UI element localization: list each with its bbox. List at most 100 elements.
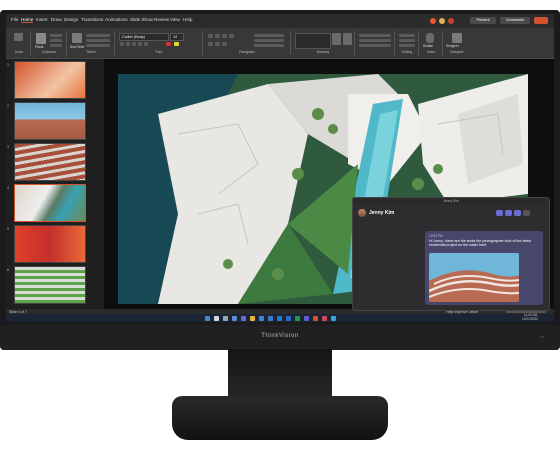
font-name-select[interactable]: Calibri (Body)	[119, 33, 169, 41]
reset-button[interactable]	[86, 39, 110, 42]
taskbar: 11:00 AM 12/12/2022	[6, 313, 554, 322]
new-slide-label: New Slide	[70, 45, 85, 49]
section-button[interactable]	[86, 44, 110, 47]
message-text: Hi Jenny, these are the shots the photog…	[429, 239, 532, 248]
app-icon[interactable]	[322, 315, 327, 321]
outdent-button[interactable]	[229, 34, 234, 38]
monitor-stand-base	[172, 396, 388, 440]
video-call-icon[interactable]	[496, 210, 503, 216]
align-text-button[interactable]	[254, 39, 284, 42]
voice-group-label: Voice	[426, 50, 436, 54]
thumb-number: 6	[7, 268, 9, 272]
undo-icon[interactable]	[14, 33, 23, 41]
excel-icon[interactable]	[295, 315, 300, 321]
screen-share-icon[interactable]	[514, 210, 521, 216]
designer-icon[interactable]	[452, 33, 462, 43]
new-slide-icon[interactable]	[72, 33, 82, 43]
record-icon[interactable]	[430, 18, 436, 24]
layout-button[interactable]	[86, 34, 110, 37]
search-icon[interactable]	[214, 315, 219, 321]
italic-button[interactable]	[126, 42, 130, 46]
quick-styles-button[interactable]	[343, 33, 352, 45]
strikethrough-button[interactable]	[138, 42, 142, 46]
tab-animations[interactable]: Animations	[105, 17, 128, 22]
slide-thumbnail[interactable]	[14, 61, 86, 99]
tab-home[interactable]: Home	[21, 17, 34, 23]
slide-thumbnail[interactable]	[14, 102, 86, 140]
shapes-gallery[interactable]	[295, 33, 331, 49]
widgets-icon[interactable]	[232, 315, 237, 321]
bullets-button[interactable]	[208, 34, 213, 38]
numbering-button[interactable]	[215, 34, 220, 38]
tab-help[interactable]: Help	[183, 17, 192, 22]
clock-date[interactable]: 12/12/2022	[522, 317, 538, 321]
tab-insert[interactable]: Insert	[36, 17, 48, 22]
slide-thumbnail[interactable]	[14, 266, 86, 304]
slide-thumbnail[interactable]	[14, 143, 86, 181]
building-photo	[429, 253, 519, 302]
format-painter-button[interactable]	[50, 44, 62, 47]
shape-outline-button[interactable]	[359, 39, 391, 42]
smartart-button[interactable]	[254, 44, 284, 47]
user-avatar-icon[interactable]	[439, 18, 445, 24]
drawing-group: Drawing	[292, 31, 355, 55]
edge-icon[interactable]	[259, 315, 264, 321]
start-icon[interactable]	[205, 315, 210, 321]
replace-button[interactable]	[399, 39, 415, 42]
align-right-button[interactable]	[222, 42, 227, 46]
editing-group-label: Editing	[401, 50, 413, 54]
paste-icon[interactable]	[36, 33, 46, 44]
shadow-button[interactable]	[144, 42, 148, 46]
bold-button[interactable]	[120, 42, 124, 46]
task-view-icon[interactable]	[223, 315, 228, 321]
font-size-select[interactable]: 12	[170, 33, 184, 41]
text-direction-button[interactable]	[254, 34, 284, 37]
find-button[interactable]	[399, 34, 415, 37]
mail-icon[interactable]	[277, 315, 282, 321]
indent-button[interactable]	[222, 34, 227, 38]
slide-thumbnail[interactable]	[14, 225, 86, 263]
comments-button[interactable]: Comments	[500, 17, 530, 24]
align-left-button[interactable]	[208, 42, 213, 46]
tab-draw[interactable]: Draw	[51, 17, 62, 22]
font-color-button[interactable]	[166, 42, 171, 46]
select-button[interactable]	[399, 44, 415, 47]
tab-review[interactable]: Review	[154, 17, 169, 22]
tab-file[interactable]: File	[11, 17, 18, 22]
arrange-button[interactable]	[332, 33, 341, 45]
share-button[interactable]	[534, 17, 548, 24]
highlight-button[interactable]	[174, 42, 179, 46]
ribbon-tab-bar: File Home Insert Draw Design Transitions…	[6, 14, 554, 28]
underline-button[interactable]	[132, 42, 136, 46]
tab-view[interactable]: View	[170, 17, 180, 22]
app-icon[interactable]	[304, 315, 309, 321]
powerpoint-icon[interactable]	[313, 315, 318, 321]
copy-button[interactable]	[50, 39, 62, 42]
audio-call-icon[interactable]	[505, 210, 512, 216]
slides-group: New Slide Slides	[68, 31, 115, 55]
store-icon[interactable]	[268, 315, 273, 321]
designer-group-label: Designer	[450, 50, 464, 54]
shape-effects-button[interactable]	[359, 44, 391, 47]
app-icon[interactable]	[331, 315, 336, 321]
teams-icon[interactable]	[241, 315, 246, 321]
paragraph-group: Paragraph	[204, 31, 291, 55]
microphone-icon[interactable]	[426, 33, 434, 43]
shape-fill-button[interactable]	[359, 34, 391, 37]
cut-button[interactable]	[50, 34, 62, 37]
slide-thumbnail-selected[interactable]	[14, 184, 86, 222]
monitor-brand-logo: ThinkVision	[261, 333, 299, 339]
thumb-number: 5	[7, 227, 9, 231]
file-explorer-icon[interactable]	[250, 315, 255, 321]
present-button[interactable]: Present	[470, 17, 496, 24]
more-options-icon[interactable]	[523, 210, 530, 216]
word-icon[interactable]	[286, 315, 291, 321]
message-photo[interactable]	[429, 253, 519, 302]
tab-transitions[interactable]: Transitions	[81, 17, 103, 22]
tab-slide-show[interactable]: Slide Show	[130, 17, 153, 22]
tab-design[interactable]: Design	[64, 17, 78, 22]
font-group: Calibri (Body) 12 Font	[116, 31, 203, 55]
share-icon[interactable]	[448, 18, 454, 24]
clipboard-group: Paste Clipboard	[32, 31, 67, 55]
align-center-button[interactable]	[215, 42, 220, 46]
